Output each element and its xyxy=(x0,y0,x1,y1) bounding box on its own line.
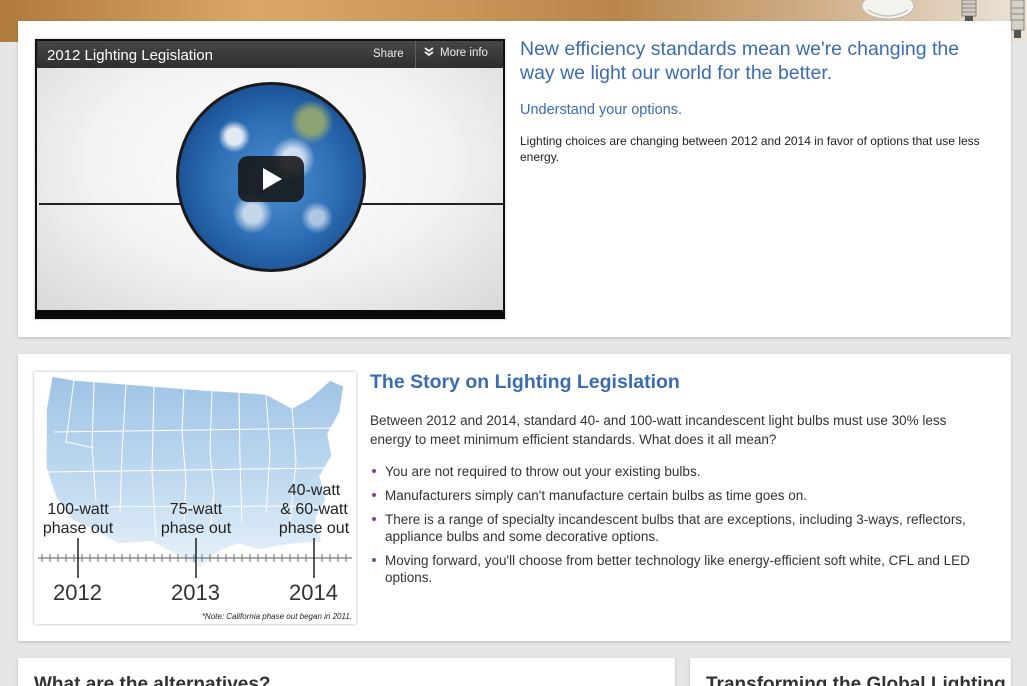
bullet-text: Manufacturers simply can't manufacture c… xyxy=(385,488,808,503)
phase-out-map: 100-watt phase out 75-watt phase out 40-… xyxy=(34,372,356,624)
bullet-text: There is a range of specialty incandesce… xyxy=(385,512,966,544)
intro-body: Lighting choices are changing between 20… xyxy=(520,134,980,164)
share-button[interactable]: Share xyxy=(373,48,404,60)
understand-options-link[interactable]: Understand your options. xyxy=(520,102,682,118)
phase-label-75w: 75-watt phase out xyxy=(154,500,238,538)
chevron-down-icon xyxy=(424,47,434,57)
bullet-icon xyxy=(372,469,376,473)
phase-label-40w-line1: 40-watt xyxy=(287,482,341,499)
story-heading: The Story on Lighting Legislation xyxy=(370,371,680,393)
bullet-text: You are not required to throw out your e… xyxy=(385,464,701,479)
phase-label-100w-line2: phase out xyxy=(42,520,114,537)
phase-label-75w-line2: phase out xyxy=(160,520,232,537)
alternatives-heading: What are the alternatives? xyxy=(34,674,271,686)
transforming-card: Transforming the Global Lighting xyxy=(690,658,1011,686)
year-2012: 2012 xyxy=(53,580,102,605)
divider xyxy=(415,41,416,68)
video-title-bar: 2012 Lighting Legislation Share More inf… xyxy=(37,41,503,68)
play-button[interactable] xyxy=(238,156,304,202)
video-frame[interactable] xyxy=(37,41,505,310)
play-icon xyxy=(263,168,282,190)
bullet-icon xyxy=(372,493,376,497)
video-player[interactable]: 2012 Lighting Legislation Share More inf… xyxy=(35,39,505,319)
year-2014: 2014 xyxy=(289,580,338,605)
list-item: Moving forward, you'll choose from bette… xyxy=(370,552,990,586)
phase-label-100w-line1: 100-watt xyxy=(47,501,109,518)
bullet-icon xyxy=(372,517,376,521)
story-card: 100-watt phase out 75-watt phase out 40-… xyxy=(18,354,1011,641)
phase-label-40-60w: 40-watt & 60-watt phase out xyxy=(272,481,356,538)
transforming-heading: Transforming the Global Lighting xyxy=(706,674,1006,686)
more-info-button[interactable]: More info xyxy=(424,47,488,59)
intro-card: 2012 Lighting Legislation Share More inf… xyxy=(18,21,1011,337)
story-bullet-list: You are not required to throw out your e… xyxy=(370,463,990,593)
video-control-bar xyxy=(35,310,505,319)
story-intro: Between 2012 and 2014, standard 40- and … xyxy=(370,413,947,447)
more-info-label: More info xyxy=(440,47,488,59)
phase-label-75w-line1: 75-watt xyxy=(169,501,223,518)
phase-label-100w: 100-watt phase out xyxy=(36,500,120,538)
bullet-icon xyxy=(372,558,376,562)
california-note: *Note: California phase out began in 201… xyxy=(201,612,352,621)
year-2013: 2013 xyxy=(171,580,220,605)
list-item: You are not required to throw out your e… xyxy=(370,463,990,480)
phase-label-40w-line2: & 60-watt xyxy=(280,501,348,518)
bullet-text: Moving forward, you'll choose from bette… xyxy=(385,553,970,585)
list-item: Manufacturers simply can't manufacture c… xyxy=(370,487,990,504)
intro-heading: New efficiency standards mean we're chan… xyxy=(520,38,960,84)
phase-label-40w-line3: phase out xyxy=(278,520,350,537)
alternatives-card: What are the alternatives? xyxy=(18,658,675,686)
video-title[interactable]: 2012 Lighting Legislation xyxy=(47,47,213,64)
list-item: There is a range of specialty incandesce… xyxy=(370,511,990,545)
